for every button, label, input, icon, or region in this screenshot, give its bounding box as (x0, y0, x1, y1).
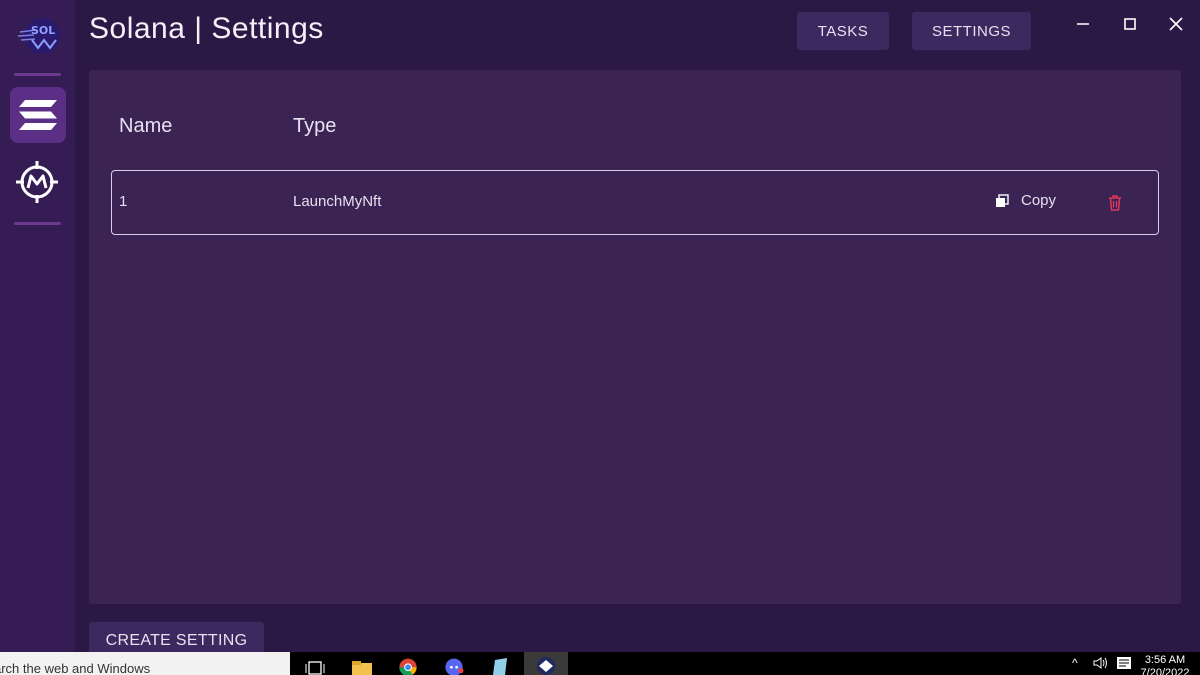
sidebar: SOL (0, 0, 75, 652)
solana-icon (19, 100, 57, 130)
maximize-icon[interactable] (1115, 10, 1145, 38)
column-header-type: Type (293, 115, 337, 137)
copy-label: Copy (1021, 192, 1057, 209)
magic-eden-icon (16, 161, 58, 203)
sol-ninja-logo-icon: SOL (14, 14, 62, 58)
sol-ninja-taskbar-icon[interactable] (524, 652, 568, 675)
delete-button[interactable] (1107, 194, 1123, 212)
table-row[interactable]: 1 LaunchMyNft Copy (111, 170, 1159, 235)
task-view-icon[interactable] (305, 656, 327, 675)
page-title: Solana | Settings (89, 12, 324, 45)
copy-icon (996, 193, 1009, 207)
settings-button[interactable]: SETTINGS (912, 12, 1031, 50)
sidebar-item-solana[interactable] (10, 87, 66, 143)
settings-panel: Name Type 1 LaunchMyNft Copy (89, 70, 1181, 604)
setting-type: LaunchMyNft (293, 193, 382, 210)
volume-icon[interactable] (1093, 656, 1109, 673)
taskbar-search-text: arch the web and Windows (0, 661, 151, 675)
column-header-name: Name (119, 115, 173, 137)
taskbar-search-input[interactable]: arch the web and Windows (0, 652, 290, 675)
notifications-icon[interactable] (1116, 656, 1132, 675)
setting-name: 1 (119, 193, 128, 210)
taskbar-clock[interactable]: 3:56 AM 7/20/2022 (1140, 654, 1190, 675)
close-icon[interactable] (1161, 10, 1191, 38)
sidebar-divider (14, 222, 61, 225)
minimize-icon[interactable] (1068, 10, 1098, 38)
clock-date: 7/20/2022 (1140, 667, 1190, 675)
sidebar-item-magic-eden[interactable] (12, 157, 62, 207)
svg-text:SOL: SOL (31, 24, 55, 37)
notepad-icon[interactable] (489, 656, 511, 675)
clock-time: 3:56 AM (1144, 654, 1186, 666)
tasks-button[interactable]: TASKS (797, 12, 889, 50)
sidebar-divider (14, 73, 61, 76)
chrome-icon[interactable] (397, 656, 419, 675)
discord-icon[interactable] (443, 656, 465, 675)
trash-icon (1109, 195, 1121, 211)
tray-chevron-icon[interactable]: ^ (1072, 656, 1078, 670)
windows-taskbar: arch the web and Windows ^ 3:56 AM 7/20/… (0, 652, 1200, 675)
file-explorer-icon[interactable] (351, 656, 373, 675)
copy-button[interactable]: Copy (995, 192, 1056, 209)
